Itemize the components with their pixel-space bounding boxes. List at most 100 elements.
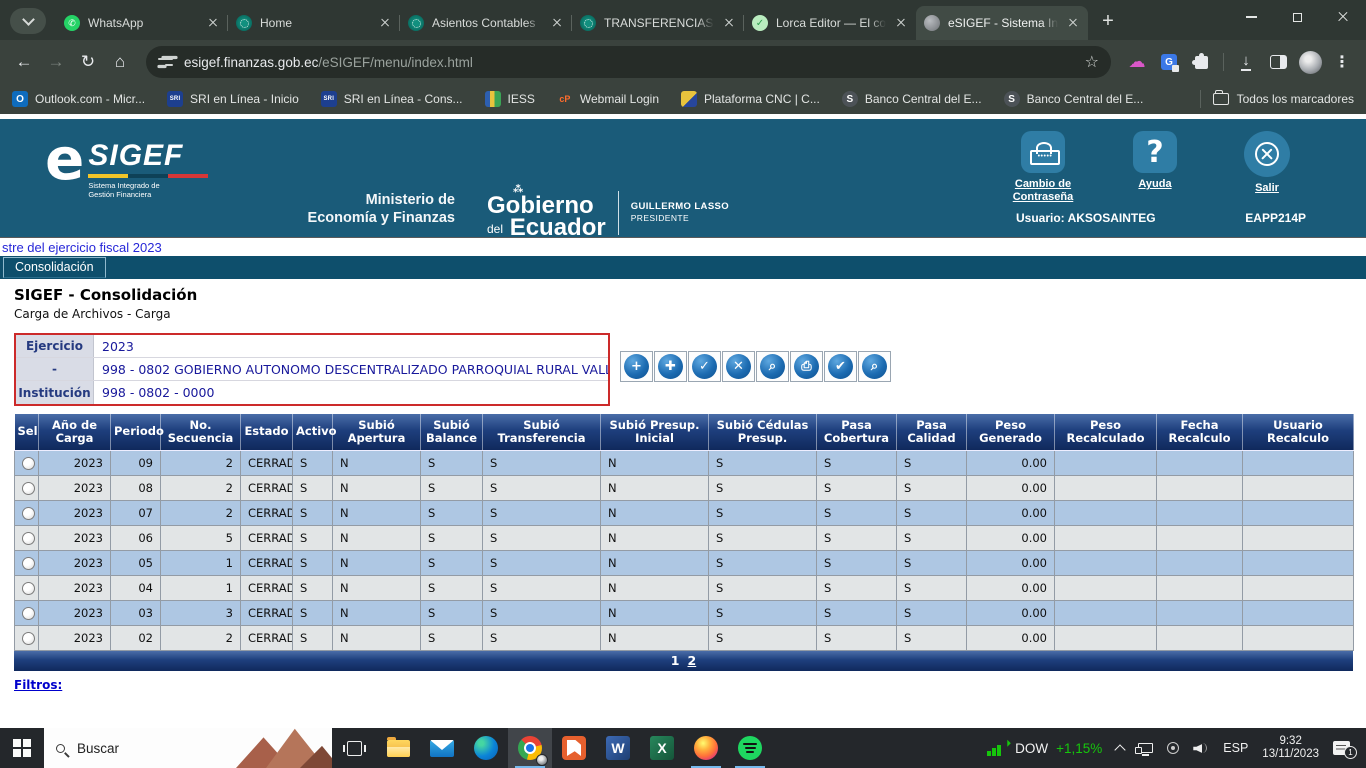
- exit-button[interactable]: Salir: [1228, 131, 1306, 204]
- select-cell: [15, 550, 39, 575]
- tab-close-icon[interactable]: [206, 16, 220, 30]
- explorer-taskbar-button[interactable]: [376, 728, 420, 768]
- bookmark-item[interactable]: Banco Central del E...: [842, 91, 982, 107]
- bookmark-item[interactable]: SRI en Línea - Inicio: [167, 91, 299, 107]
- address-bar[interactable]: esigef.finanzas.gob.ec/eSIGEF/menu/index…: [146, 46, 1111, 78]
- profile-avatar[interactable]: [1296, 48, 1324, 76]
- consult-button[interactable]: ⌕: [858, 351, 891, 382]
- bookmark-item[interactable]: Outlook.com - Micr...: [12, 91, 145, 107]
- word-taskbar-button[interactable]: W: [596, 728, 640, 768]
- browser-tab[interactable]: WhatsApp: [56, 6, 228, 40]
- browser-tab[interactable]: Asientos Contables: [400, 6, 572, 40]
- tab-search-button[interactable]: [10, 8, 46, 34]
- bookmark-item[interactable]: Webmail Login: [557, 91, 659, 107]
- language-indicator[interactable]: ESP: [1223, 741, 1248, 755]
- meet-now-icon[interactable]: [1167, 742, 1179, 754]
- tab-close-icon[interactable]: [894, 16, 908, 30]
- tab-close-icon[interactable]: [378, 16, 392, 30]
- bookmark-star-icon[interactable]: ☆: [1085, 52, 1099, 72]
- restore-button[interactable]: [1274, 0, 1320, 34]
- print-button[interactable]: ⎙: [790, 351, 823, 382]
- pdf-taskbar-button[interactable]: [552, 728, 596, 768]
- downloads-button[interactable]: ↓: [1232, 48, 1260, 76]
- start-button[interactable]: [0, 728, 44, 768]
- row-radio-button[interactable]: [22, 507, 35, 520]
- cell: N: [601, 450, 709, 475]
- spotify-taskbar-button[interactable]: [728, 728, 772, 768]
- explorer-icon: [387, 740, 410, 757]
- browser-menu-button[interactable]: ⋮: [1328, 48, 1356, 76]
- tab-consolidacion[interactable]: Consolidación: [3, 257, 106, 278]
- stock-widget[interactable]: DOW +1,15%: [977, 728, 1112, 768]
- minimize-button[interactable]: [1228, 0, 1274, 34]
- firefox-taskbar-button[interactable]: [684, 728, 728, 768]
- cell: 2023: [39, 625, 111, 650]
- help-button[interactable]: ?Ayuda: [1116, 131, 1194, 204]
- bookmark-item[interactable]: Banco Central del E...: [1004, 91, 1144, 107]
- save-record-button[interactable]: ✚: [654, 351, 687, 382]
- page-subtitle: Carga de Archivos - Carga: [14, 307, 1352, 321]
- approve-button[interactable]: ✔: [824, 351, 857, 382]
- translate-extension-icon[interactable]: G: [1155, 48, 1183, 76]
- delete-button[interactable]: ✕: [722, 351, 755, 382]
- site-info-icon[interactable]: [158, 56, 174, 68]
- tab-close-icon[interactable]: [1066, 16, 1080, 30]
- notification-center-button[interactable]: 1: [1333, 741, 1350, 755]
- row-radio-button[interactable]: [22, 632, 35, 645]
- cell: 2023: [39, 525, 111, 550]
- column-header-activo: Activo: [293, 414, 333, 450]
- table-row: 2023022CERRADOSNSSNSSS0.00: [15, 625, 1354, 650]
- taskbar-search[interactable]: Buscar: [44, 728, 332, 768]
- validate-button[interactable]: ✓: [688, 351, 721, 382]
- forward-button[interactable]: →: [42, 48, 70, 76]
- back-button[interactable]: ←: [10, 48, 38, 76]
- browser-tab[interactable]: eSIGEF - Sistema Inte: [916, 6, 1088, 40]
- row-radio-button[interactable]: [22, 482, 35, 495]
- browser-tab[interactable]: Home: [228, 6, 400, 40]
- table-row: 2023051CERRADOSNSSNSSS0.00: [15, 550, 1354, 575]
- clock[interactable]: 9:32 13/11/2023: [1262, 735, 1319, 761]
- edge-taskbar-button[interactable]: [464, 728, 508, 768]
- bookmark-item[interactable]: SRI en Línea - Cons...: [321, 91, 463, 107]
- volume-icon[interactable]: [1193, 742, 1209, 754]
- bookmark-item[interactable]: Plataforma CNC | C...: [681, 91, 820, 107]
- page-link[interactable]: 2: [688, 653, 697, 668]
- cell: 0.00: [967, 475, 1055, 500]
- close-button[interactable]: [1320, 0, 1366, 34]
- home-button[interactable]: ⌂: [106, 48, 134, 76]
- browser-tab[interactable]: TRANSFERENCIAS RE: [572, 6, 744, 40]
- chrome-taskbar-button[interactable]: [508, 728, 552, 768]
- tray-expand-icon[interactable]: [1115, 744, 1126, 755]
- excel-taskbar-button[interactable]: X: [640, 728, 684, 768]
- side-panel-button[interactable]: [1264, 48, 1292, 76]
- mail-taskbar-button[interactable]: [420, 728, 464, 768]
- extensions-button[interactable]: [1187, 48, 1215, 76]
- tab-close-icon[interactable]: [722, 16, 736, 30]
- cell: S: [817, 525, 897, 550]
- row-radio-button[interactable]: [22, 457, 35, 470]
- cell: 0.00: [967, 625, 1055, 650]
- view-detail-button[interactable]: ⌕: [756, 351, 789, 382]
- tab-close-icon[interactable]: [550, 16, 564, 30]
- cell: [1243, 600, 1354, 625]
- task-view-button[interactable]: [332, 728, 376, 768]
- cell: S: [483, 475, 601, 500]
- browser-tab[interactable]: Lorca Editor — El con: [744, 6, 916, 40]
- change-password-button[interactable]: Cambio de Contraseña: [1004, 131, 1082, 204]
- bookmark-item[interactable]: IESS: [485, 91, 535, 107]
- new-tab-button[interactable]: [1094, 7, 1122, 35]
- weather-extension-icon[interactable]: ☁: [1123, 48, 1151, 76]
- filters-link[interactable]: Filtros:: [14, 678, 62, 692]
- row-radio-button[interactable]: [22, 557, 35, 570]
- new-record-button[interactable]: +: [620, 351, 653, 382]
- cell: 2: [161, 450, 241, 475]
- cell: S: [483, 450, 601, 475]
- session-info: Usuario: AKSOSAINTEG EAPP214P: [1016, 211, 1306, 225]
- network-icon[interactable]: [1138, 743, 1153, 753]
- row-radio-button[interactable]: [22, 582, 35, 595]
- all-bookmarks-button[interactable]: Todos los marcadores: [1196, 90, 1354, 108]
- bookmark-label: SRI en Línea - Cons...: [344, 92, 463, 106]
- reload-button[interactable]: ↻: [74, 48, 102, 76]
- row-radio-button[interactable]: [22, 607, 35, 620]
- row-radio-button[interactable]: [22, 532, 35, 545]
